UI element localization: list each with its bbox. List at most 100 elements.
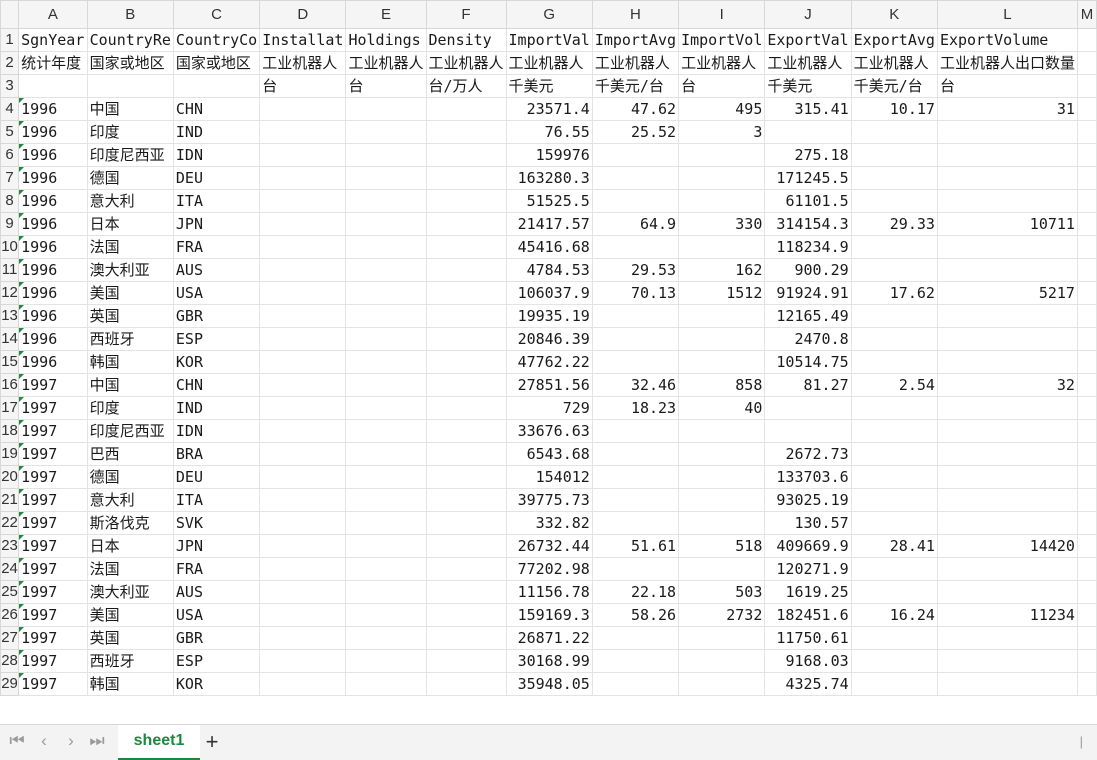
cell-k20[interactable] (850, 465, 938, 489)
cell-e11[interactable] (345, 258, 427, 282)
cell-d16[interactable] (259, 373, 347, 397)
cell-g19[interactable]: 6543.68 (505, 442, 593, 466)
cell-g26[interactable]: 159169.3 (505, 603, 593, 627)
cell-a5[interactable]: 1996 (18, 120, 88, 144)
cell-b29[interactable]: 韩国 (86, 672, 174, 696)
cell-m20[interactable] (1076, 465, 1097, 489)
cell-d5[interactable] (259, 120, 347, 144)
cell-m17[interactable] (1076, 396, 1097, 420)
cell-j19[interactable]: 2672.73 (764, 442, 852, 466)
cell-m11[interactable] (1076, 258, 1097, 282)
cell-f12[interactable] (425, 281, 507, 305)
cell-a22[interactable]: 1997 (18, 511, 88, 535)
cell-j12[interactable]: 91924.91 (764, 281, 852, 305)
cell-k9[interactable]: 29.33 (850, 212, 938, 236)
cell-b21[interactable]: 意大利 (86, 488, 174, 512)
cell-m25[interactable] (1076, 580, 1097, 604)
cell-h1[interactable]: ImportAvg (591, 28, 680, 52)
row-header[interactable]: 16 (0, 373, 20, 397)
cell-e1[interactable]: Holdings (345, 28, 427, 52)
cell-j29[interactable]: 4325.74 (764, 672, 852, 696)
cell-j11[interactable]: 900.29 (764, 258, 852, 282)
cell-k4[interactable]: 10.17 (850, 97, 938, 121)
cell-i19[interactable] (678, 442, 766, 466)
cell-j25[interactable]: 1619.25 (764, 580, 852, 604)
cell-b6[interactable]: 印度尼西亚 (86, 143, 174, 167)
cell-m9[interactable] (1076, 212, 1097, 236)
cell-m4[interactable] (1076, 97, 1097, 121)
cell-f7[interactable] (425, 166, 507, 190)
cell-j18[interactable] (764, 419, 852, 443)
cell-d10[interactable] (259, 235, 347, 259)
cell-e13[interactable] (345, 304, 427, 328)
cell-a8[interactable]: 1996 (18, 189, 88, 213)
cell-e21[interactable] (345, 488, 427, 512)
cell-f19[interactable] (425, 442, 507, 466)
row-header[interactable]: 22 (0, 511, 20, 535)
cell-l10[interactable] (936, 235, 1078, 259)
cell-c17[interactable]: IND (172, 396, 261, 420)
cell-k28[interactable] (850, 649, 938, 673)
cell-k17[interactable] (850, 396, 938, 420)
cell-b3[interactable] (86, 74, 174, 98)
cell-d3[interactable]: 台 (259, 74, 347, 98)
cell-grid[interactable]: A B C D E F G H I J K L M 1 SgnYear CountryRe CountryCo I… (0, 0, 1097, 696)
cell-g27[interactable]: 26871.22 (505, 626, 593, 650)
cell-j27[interactable]: 11750.61 (764, 626, 852, 650)
cell-c1[interactable]: CountryCo (172, 28, 261, 52)
cell-l12[interactable]: 5217 (936, 281, 1078, 305)
cell-f14[interactable] (425, 327, 507, 351)
cell-j1[interactable]: ExportVal (764, 28, 852, 52)
column-header-b[interactable]: B (86, 0, 174, 29)
cell-e14[interactable] (345, 327, 427, 351)
cell-k23[interactable]: 28.41 (850, 534, 938, 558)
cell-g14[interactable]: 20846.39 (505, 327, 593, 351)
cell-e26[interactable] (345, 603, 427, 627)
cell-k7[interactable] (850, 166, 938, 190)
cell-d8[interactable] (259, 189, 347, 213)
cell-c28[interactable]: ESP (172, 649, 261, 673)
cell-g11[interactable]: 4784.53 (505, 258, 593, 282)
cell-d24[interactable] (259, 557, 347, 581)
cell-k12[interactable]: 17.62 (850, 281, 938, 305)
row-header[interactable]: 6 (0, 143, 20, 167)
cell-h8[interactable] (591, 189, 680, 213)
cell-a26[interactable]: 1997 (18, 603, 88, 627)
cell-l27[interactable] (936, 626, 1078, 650)
cell-c26[interactable]: USA (172, 603, 261, 627)
next-sheet-icon[interactable]: › (60, 731, 82, 751)
cell-f15[interactable] (425, 350, 507, 374)
cell-a20[interactable]: 1997 (18, 465, 88, 489)
cell-d23[interactable] (259, 534, 347, 558)
cell-g22[interactable]: 332.82 (505, 511, 593, 535)
column-header-l[interactable]: L (936, 0, 1078, 29)
cell-d9[interactable] (259, 212, 347, 236)
cell-g2[interactable]: 工业机器人 (505, 51, 593, 75)
cell-a1[interactable]: SgnYear (18, 28, 88, 52)
cell-g12[interactable]: 106037.9 (505, 281, 593, 305)
cell-a10[interactable]: 1996 (18, 235, 88, 259)
cell-j23[interactable]: 409669.9 (764, 534, 852, 558)
cell-b20[interactable]: 德国 (86, 465, 174, 489)
cell-d7[interactable] (259, 166, 347, 190)
cell-a18[interactable]: 1997 (18, 419, 88, 443)
cell-l8[interactable] (936, 189, 1078, 213)
row-header[interactable]: 23 (0, 534, 20, 558)
cell-f9[interactable] (425, 212, 507, 236)
cell-h28[interactable] (591, 649, 680, 673)
cell-f23[interactable] (425, 534, 507, 558)
cell-e10[interactable] (345, 235, 427, 259)
cell-k3[interactable]: 千美元/台 (850, 74, 938, 98)
row-header[interactable]: 26 (0, 603, 20, 627)
cell-h24[interactable] (591, 557, 680, 581)
row-header[interactable]: 3 (0, 74, 20, 98)
cell-l19[interactable] (936, 442, 1078, 466)
cell-b13[interactable]: 英国 (86, 304, 174, 328)
cell-d27[interactable] (259, 626, 347, 650)
cell-a29[interactable]: 1997 (18, 672, 88, 696)
cell-d26[interactable] (259, 603, 347, 627)
cell-i25[interactable]: 503 (678, 580, 766, 604)
cell-b18[interactable]: 印度尼西亚 (86, 419, 174, 443)
cell-l6[interactable] (936, 143, 1078, 167)
cell-b19[interactable]: 巴西 (86, 442, 174, 466)
